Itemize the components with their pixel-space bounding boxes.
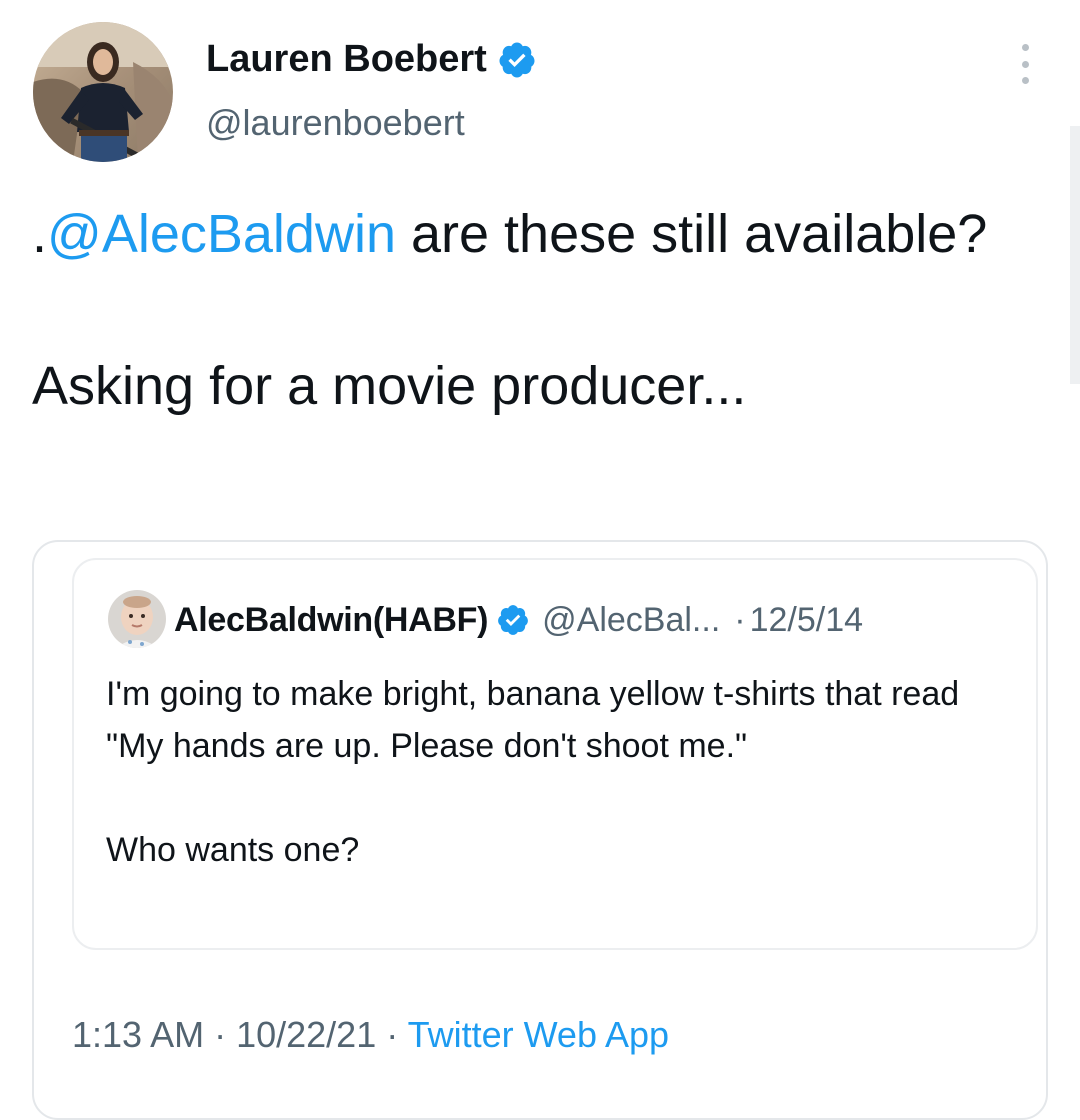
quoted-author-name[interactable]: AlecBaldwin(HABF) [174,601,488,640]
verified-badge-icon [498,605,529,635]
tweet-time[interactable]: 1:13 AM [72,1014,204,1055]
quoted-author-avatar[interactable] [108,590,166,648]
quoted-paragraph-2: Who wants one? [106,831,360,869]
author-handle[interactable]: @laurenboebert [206,102,465,144]
quoted-separator: · [734,600,746,639]
author-display-name[interactable]: Lauren Boebert [206,38,537,81]
more-dot [1021,60,1029,68]
tweet-meta: 1:13 AM · 10/22/21 · Twitter Web App [72,1014,669,1056]
quoted-avatar-photo [108,590,166,648]
quoted-paragraph-1: I'm going to make bright, banana yellow … [106,675,960,765]
more-dot [1021,44,1029,51]
tweet-prefix: . [32,204,48,264]
meta-separator: · [376,1014,408,1055]
tweet-paragraph-2: Asking for a movie producer... [32,356,747,416]
avatar-photo [33,22,173,162]
scrollbar[interactable] [1070,126,1080,384]
quoted-tweet-text: I'm going to make bright, banana yellow … [106,668,1006,876]
tweet-date[interactable]: 10/22/21 [236,1014,376,1055]
tweet-source-link[interactable]: Twitter Web App [408,1014,669,1055]
more-dot [1021,77,1029,84]
tweet-paragraph-1: .@AlecBaldwin are these still available? [32,196,1012,272]
meta-separator: · [204,1014,237,1055]
quoted-author-handle[interactable]: @AlecBal... [542,601,720,640]
quoted-tweet-header: AlecBaldwin(HABF) @AlecBal... · 12/5/14 [174,598,863,642]
mention-link[interactable]: @AlecBaldwin [47,204,396,264]
verified-badge-icon [499,42,535,77]
author-avatar[interactable] [33,22,173,162]
tweet-text: .@AlecBaldwin are these still available?… [32,196,1012,424]
quoted-date[interactable]: 12/5/14 [750,601,863,640]
author-name-text[interactable]: Lauren Boebert [206,38,487,81]
more-options-icon[interactable] [1012,44,1038,84]
tweet-line1-text: are these still available? [396,204,988,264]
